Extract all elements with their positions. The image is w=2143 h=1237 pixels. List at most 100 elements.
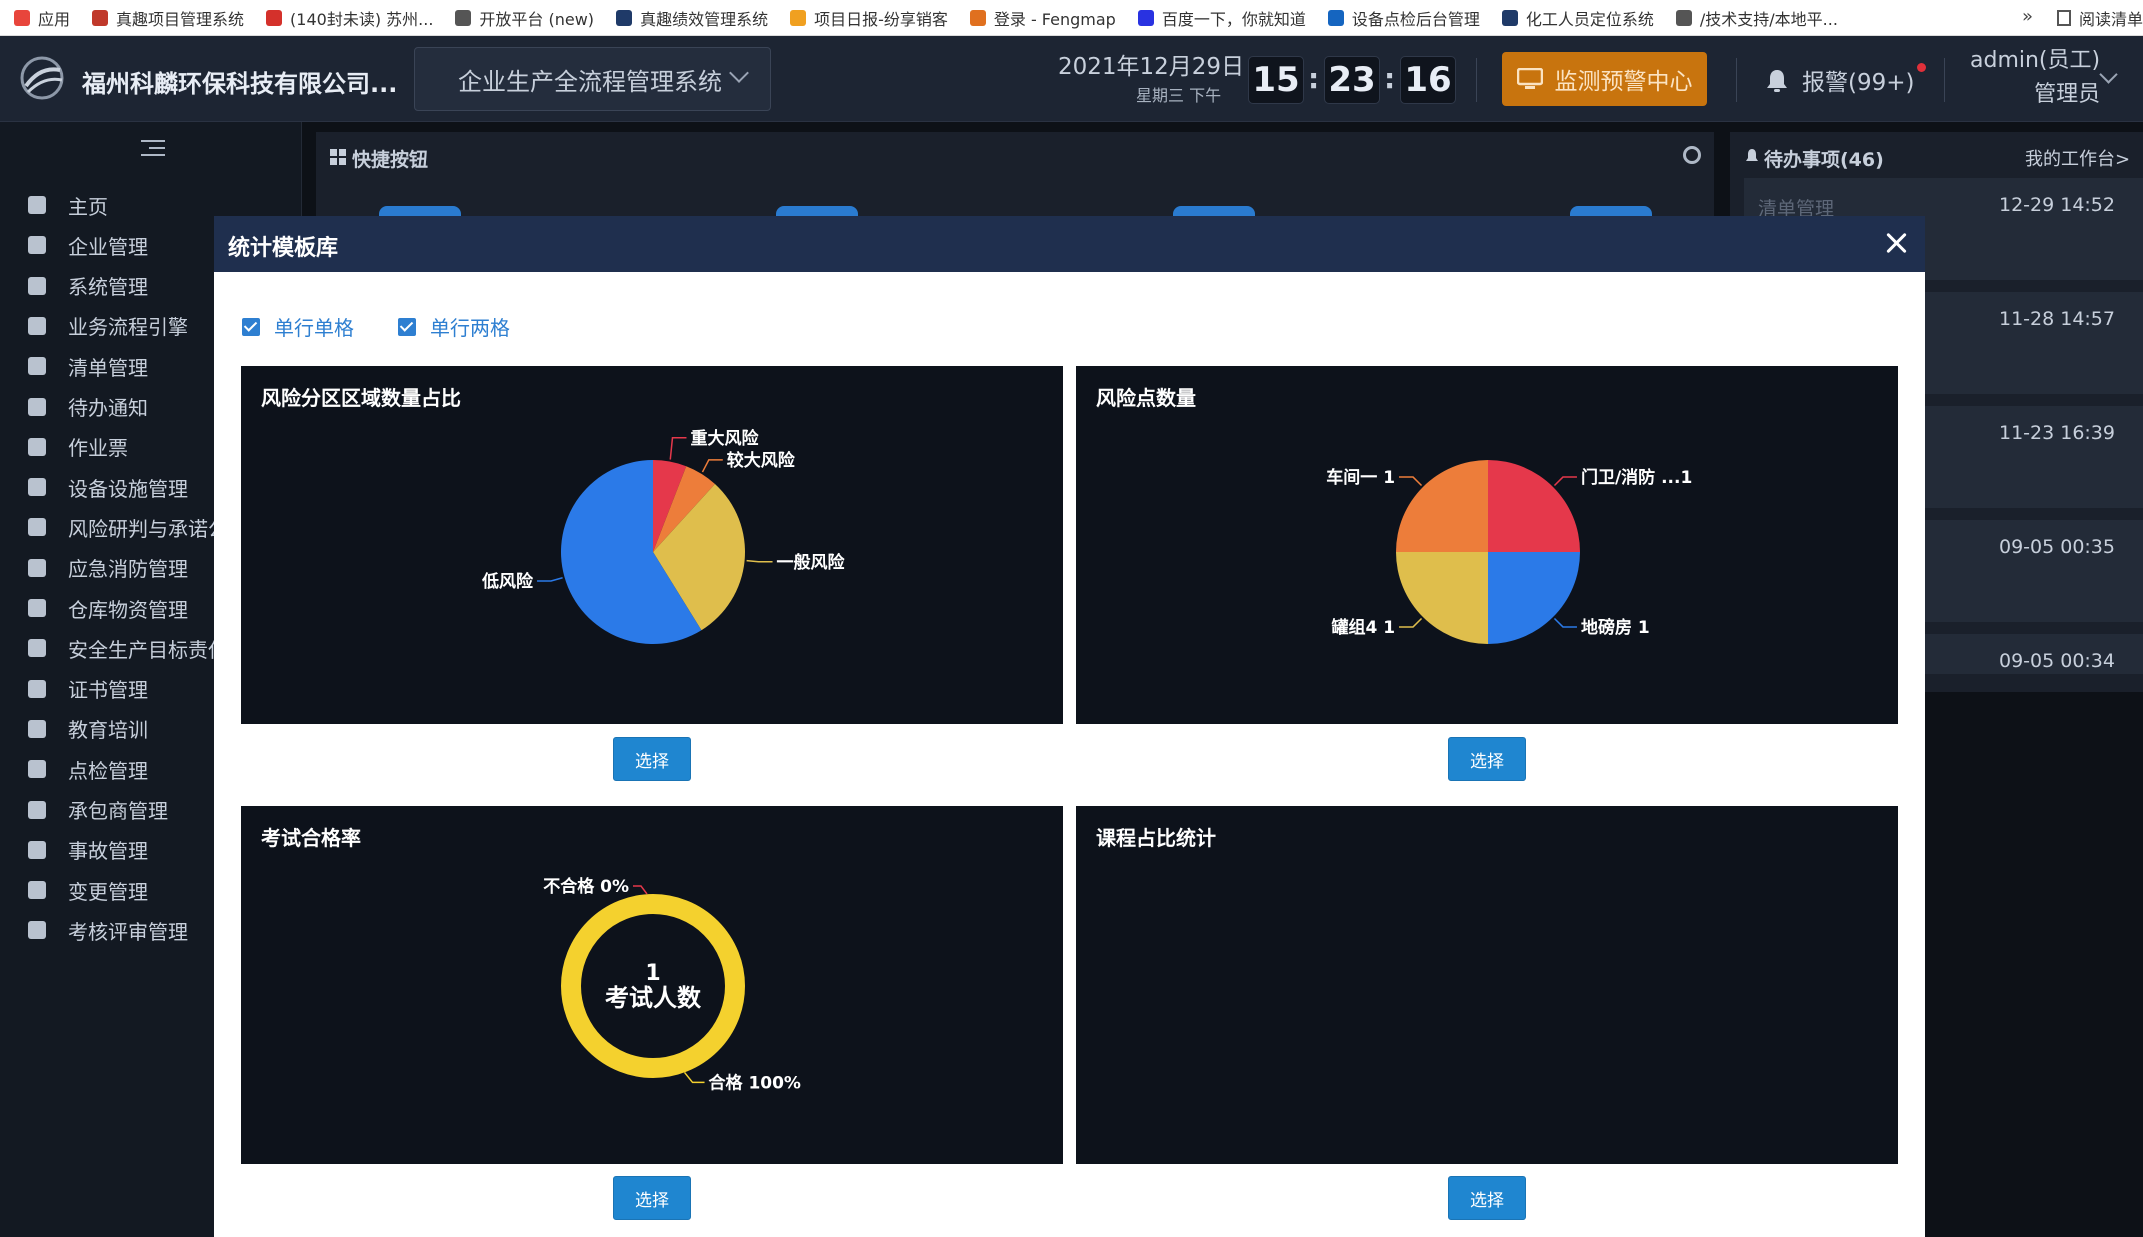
- slice-label: 不合格 0%: [543, 876, 629, 897]
- user-icon: [28, 921, 46, 940]
- user-icon: [28, 719, 46, 738]
- close-icon[interactable]: [1881, 228, 1911, 258]
- locate-icon: [1501, 9, 1518, 26]
- bookmark-item[interactable]: 设备点检后台管理: [1327, 6, 1480, 30]
- chevron-down-icon[interactable]: [2099, 65, 2118, 84]
- extinguisher-icon: [28, 558, 46, 577]
- select-button[interactable]: 选择: [613, 737, 691, 781]
- briefcase-icon: [28, 518, 46, 537]
- clock-minutes: 23: [1324, 56, 1380, 104]
- accident-icon: [28, 840, 46, 859]
- bookmark-item[interactable]: 项目日报-纷享销客: [790, 6, 948, 30]
- my-workbench-link[interactable]: 我的工作台>: [2025, 145, 2130, 171]
- bookmark-label: 开放平台 (new): [479, 9, 595, 29]
- company-logo: [20, 56, 64, 100]
- todo-time: 09-05 00:34: [1998, 650, 2115, 672]
- clock-separator: :: [1384, 62, 1396, 95]
- bookmark-label: 真趣绩效管理系统: [640, 9, 769, 29]
- globe-icon: [455, 9, 472, 26]
- bookmark-item[interactable]: 开放平台 (new): [455, 6, 594, 30]
- pie-slice: [1488, 552, 1580, 644]
- label-leader-line: [746, 559, 773, 563]
- slice-label: 合格 100%: [709, 1072, 801, 1093]
- bookmark-item[interactable]: (140封未读) 苏州...: [266, 6, 433, 30]
- current-weekday: 星期三 下午: [1136, 86, 1222, 105]
- system-select-value: 企业生产全流程管理系统: [458, 67, 722, 96]
- baidu-icon: [1137, 9, 1154, 26]
- donut-center-label: 考试人数: [605, 984, 702, 1012]
- chart-card-risk-points[interactable]: 门卫/消防 ...1 地磅房 1 罐组4 1 车间一 1 风险点数量: [1076, 366, 1898, 724]
- bookmarks-more-button[interactable]: »: [2022, 6, 2033, 27]
- alarm-label: 报警(99+): [1802, 63, 1927, 97]
- sidebar-item-label: 证书管理: [68, 678, 148, 703]
- sidebar-item-label: 作业票: [68, 436, 128, 461]
- slice-label: 门卫/消防 ...1: [1581, 467, 1692, 488]
- label-leader-line: [669, 437, 687, 460]
- chart-card-risk-zone[interactable]: 重大风险 较大风险 一般风险 低风险 风险分区区域数量占比: [241, 366, 1063, 724]
- monitor-center-button[interactable]: 监测预警中心: [1502, 52, 1707, 106]
- reading-list-icon: [2056, 10, 2071, 26]
- bookmark-item[interactable]: 真趣项目管理系统: [92, 6, 244, 30]
- bookmark-item[interactable]: 化工人员定位系统: [1501, 6, 1654, 30]
- user-menu[interactable]: admin(员工) 管理员: [1970, 44, 2100, 112]
- chevron-down-icon: [729, 63, 749, 83]
- check-icon: [1327, 9, 1344, 26]
- project-icon: [92, 9, 109, 26]
- checkbox-single-cell[interactable]: 单行单格: [242, 312, 354, 341]
- sidebar-item-label: 点检管理: [68, 758, 148, 783]
- slice-label: 地磅房 1: [1581, 617, 1650, 638]
- company-name: 福州科麟环保科技有限公司...: [82, 70, 398, 98]
- alarm-dot: [1917, 63, 1927, 72]
- label-leader-line: [537, 577, 563, 582]
- sidebar-item-label: 安全生产目标责任: [68, 637, 228, 662]
- chart-title: 课程占比统计: [1096, 826, 1216, 850]
- menu-collapse-icon[interactable]: [141, 140, 165, 158]
- system-select[interactable]: 企业生产全流程管理系统: [414, 47, 771, 111]
- quick-buttons-title: 快捷按钮: [352, 149, 429, 171]
- slice-label: 罐组4 1: [1330, 617, 1395, 638]
- chart-title: 风险分区区域数量占比: [261, 386, 461, 410]
- modal-title: 统计模板库: [228, 236, 339, 261]
- pie-slice: [1488, 460, 1580, 552]
- sidebar-item-label: 业务流程引擎: [68, 315, 188, 340]
- sidebar-item-label: 系统管理: [68, 275, 148, 300]
- checkbox-checked-icon[interactable]: [242, 317, 260, 336]
- chart-card-exam-pass-rate[interactable]: 合格 100% 不合格 0% 1 考试人数 考试合格率: [241, 806, 1063, 1164]
- bookmark-item[interactable]: /技术支持/本地平...: [1675, 6, 1838, 30]
- home-icon: [28, 196, 46, 214]
- label-leader-line: [1399, 617, 1423, 628]
- checkbox-two-cells[interactable]: 单行两格: [398, 312, 510, 341]
- select-button[interactable]: 选择: [613, 1176, 691, 1220]
- bookmark-label: 化工人员定位系统: [1525, 9, 1654, 29]
- select-button[interactable]: 选择: [1448, 1176, 1526, 1220]
- sidebar-item-label: 设备设施管理: [68, 476, 188, 501]
- label-leader-line: [701, 459, 723, 473]
- divider: [1736, 58, 1737, 102]
- sidebar-item-label: 风险研判与承诺公: [68, 516, 228, 541]
- slice-label: 一般风险: [777, 552, 846, 573]
- bookmark-item[interactable]: 应用: [14, 6, 70, 30]
- bookmark-label: 登录 - Fengmap: [993, 9, 1116, 29]
- clock-separator: :: [1308, 62, 1320, 95]
- reading-list-button[interactable]: 阅读清单: [2056, 0, 2143, 35]
- sidebar-item-label: 仓库物资管理: [68, 597, 188, 622]
- alarm-count-text: 报警(99+): [1802, 70, 1915, 96]
- bookmark-item[interactable]: 登录 - Fengmap: [969, 6, 1116, 30]
- sidebar-item-label: 企业管理: [68, 234, 148, 259]
- reading-list-label: 阅读清单: [2078, 10, 2143, 29]
- gear-icon[interactable]: [1683, 146, 1701, 164]
- donut-center-value: 1: [645, 961, 660, 986]
- mail-icon: [266, 9, 283, 26]
- slice-label: 低风险: [481, 571, 534, 592]
- select-button[interactable]: 选择: [1448, 737, 1526, 781]
- bookmark-item[interactable]: 真趣绩效管理系统: [616, 6, 768, 30]
- chart-card-course-ratio[interactable]: 课程占比统计: [1076, 806, 1898, 1164]
- todo-title: 待办事项(46): [1764, 149, 1884, 171]
- settings-icon: [28, 276, 46, 295]
- monitor-icon: [1516, 68, 1543, 89]
- alarm-button[interactable]: 报警(99+): [1764, 63, 1927, 97]
- checkbox-checked-icon[interactable]: [398, 317, 416, 336]
- sidebar-item-label: 清单管理: [68, 355, 148, 380]
- sidebar-item-label: 承包商管理: [68, 799, 168, 823]
- bookmark-item[interactable]: 百度一下，你就知道: [1137, 6, 1306, 30]
